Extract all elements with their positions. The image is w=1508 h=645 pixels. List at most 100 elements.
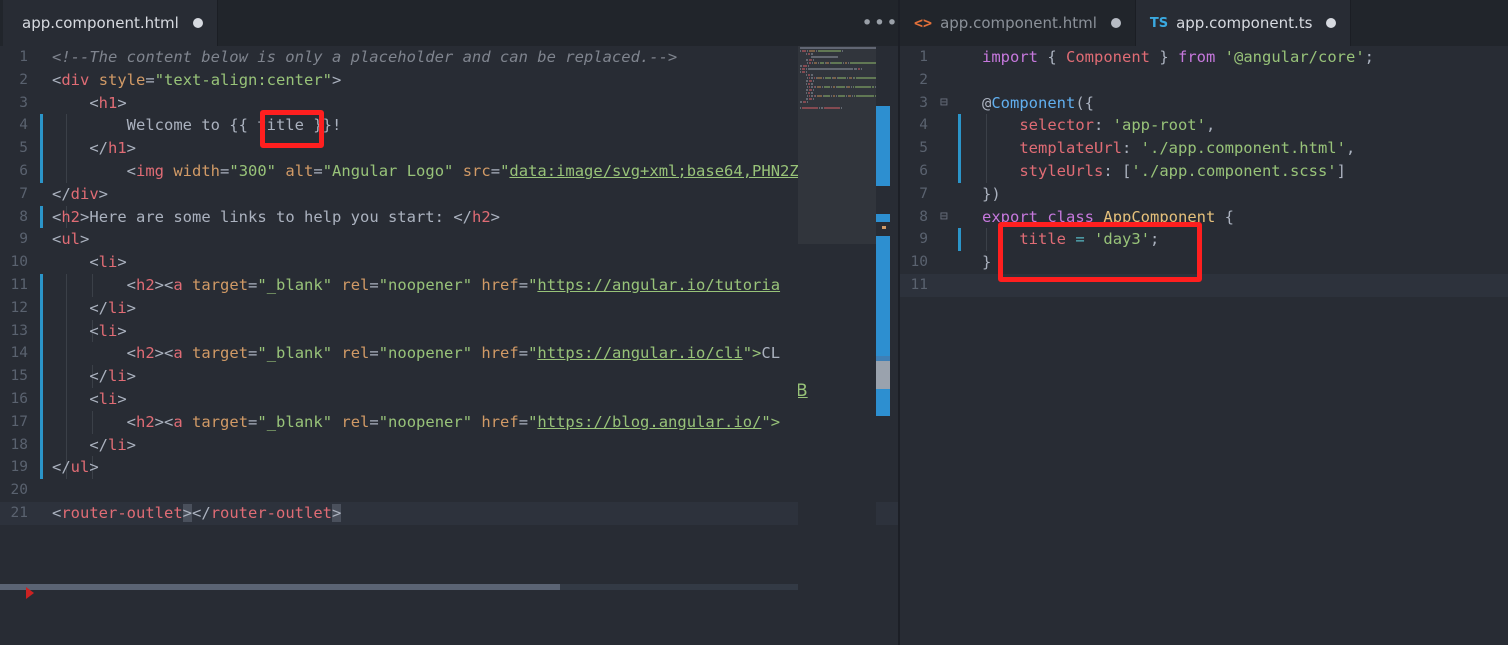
code-line[interactable]: 11 <h2><a target="_blank" rel="noopener"… <box>0 274 898 297</box>
code-line[interactable]: 3 <h1> <box>0 92 898 115</box>
code-token: h1 <box>98 93 118 112</box>
line-number: 19 <box>10 459 28 476</box>
code-token: { <box>1038 48 1066 66</box>
code-line[interactable]: 5 </h1> <box>0 137 898 160</box>
code-token: selector <box>1019 116 1094 135</box>
code-token: = <box>518 275 529 294</box>
tab-app-component-html-left[interactable]: app.component.html <box>0 0 218 46</box>
code-token: </ <box>52 458 71 477</box>
code-line-text: title = 'day3'; <box>982 228 1159 251</box>
tab-app-component-ts[interactable]: TS app.component.ts <box>1135 0 1352 46</box>
code-line[interactable]: 5 templateUrl: './app.component.html', <box>900 137 1508 160</box>
code-token: Welcome to {{ title }}! <box>52 116 342 135</box>
code-line[interactable]: 11 <box>900 273 1508 297</box>
code-line[interactable]: 20 <box>0 479 898 502</box>
code-line[interactable]: 7 </div> <box>0 183 898 206</box>
code-line[interactable]: 9 <ul> <box>0 228 898 251</box>
code-line-text: import { Component } from '@angular/core… <box>982 46 1374 69</box>
scrollbar-thumb[interactable] <box>0 584 560 590</box>
code-line[interactable]: 12 </li> <box>0 297 898 320</box>
code-line[interactable]: 2 <box>900 69 1508 92</box>
code-token: "noopener" <box>378 412 473 431</box>
unsaved-dot-icon <box>192 18 203 28</box>
code-token: li <box>98 321 118 340</box>
code-line[interactable]: 3 @Component({ <box>900 92 1508 115</box>
tab-label: app.component.html <box>940 14 1097 32</box>
tabbar-left: app.component.html ••• <box>0 0 898 46</box>
code-line[interactable]: 10 <li> <box>0 251 898 274</box>
code-token: </ <box>52 139 108 158</box>
code-line-text: <h2><a target="_blank" rel="noopener" hr… <box>52 342 780 365</box>
code-line-text: </h1> <box>52 137 136 160</box>
scrollbar-thumb[interactable] <box>876 361 890 389</box>
code-line[interactable]: 6 styleUrls: ['./app.component.scss'] <box>900 160 1508 183</box>
code-token: : <box>1093 116 1113 135</box>
code-token: ul <box>61 230 81 249</box>
code-line-text: }) <box>982 183 1001 206</box>
code-line[interactable]: 16 <li> <box>0 388 898 411</box>
code-editor-left[interactable]: 1 <!--The content below is only a placeho… <box>0 46 898 645</box>
code-line[interactable]: 17 <h2><a target="_blank" rel="noopener"… <box>0 411 898 434</box>
code-token: < <box>52 321 99 340</box>
line-number: 5 <box>19 140 28 157</box>
code-line[interactable]: 7}) <box>900 183 1508 206</box>
code-line[interactable]: 4 Welcome to {{ title }}! <box>0 114 898 137</box>
line-number: 4 <box>919 117 928 134</box>
code-line[interactable]: 8 export class AppComponent { <box>900 206 1508 229</box>
tab-left-edge-sliver <box>0 0 3 46</box>
code-token: </ <box>52 367 108 386</box>
more-actions-icon[interactable]: ••• <box>861 0 898 46</box>
line-number: 20 <box>10 482 28 499</box>
line-number: 1 <box>19 49 28 65</box>
code-lines-right[interactable]: 1 import { Component } from '@angular/cor… <box>900 46 1508 297</box>
code-line[interactable]: 19 </ul> <box>0 456 898 479</box>
typescript-file-icon: TS <box>1149 15 1169 31</box>
code-token: > <box>126 298 137 317</box>
code-token: } <box>982 253 992 272</box>
code-line[interactable]: 14 <h2><a target="_blank" rel="noopener"… <box>0 342 898 365</box>
code-token: < <box>52 70 62 89</box>
scrollbar-change-mark <box>876 236 890 416</box>
code-token: ] <box>1336 161 1346 180</box>
code-line[interactable]: 9 title = 'day3'; <box>900 228 1508 251</box>
code-line[interactable]: 2 <div style="text-align:center"> <box>0 69 898 92</box>
code-token: @ <box>982 93 992 112</box>
tab-app-component-html-right[interactable]: <> app.component.html <box>900 0 1136 46</box>
code-line[interactable]: 21 <router-outlet></router-outlet> <box>0 501 898 525</box>
vertical-scrollbar-left[interactable] <box>876 46 890 645</box>
code-line-text: styleUrls: ['./app.component.scss'] <box>982 160 1346 183</box>
code-line[interactable]: 6 <img width="300" alt="Angular Logo" sr… <box>0 160 898 183</box>
code-token: router-outlet <box>61 503 183 522</box>
line-number: 5 <box>919 140 928 157</box>
code-line[interactable]: 1 import { Component } from '@angular/cor… <box>900 46 1508 69</box>
code-editor-right[interactable]: ⊟ ⊟ 1 import { Component } from '@angular… <box>900 46 1508 645</box>
line-number: 6 <box>919 162 928 179</box>
code-lines-left[interactable]: 1 <!--The content below is only a placeho… <box>0 46 898 525</box>
code-token: data:image/svg+xml;base64,PHN2ZyB <box>509 161 818 180</box>
scrollbar-warning-mark <box>882 226 886 229</box>
code-line[interactable]: 8 <h2>Here are some links to help you sta… <box>0 206 898 229</box>
code-line[interactable]: 13 <li> <box>0 320 898 343</box>
code-line[interactable]: 10} <box>900 251 1508 274</box>
code-line-text: <h1> <box>52 92 126 115</box>
code-token: 'app-root' <box>1112 116 1206 135</box>
code-line[interactable]: 18 </li> <box>0 434 898 457</box>
horizontal-scrollbar-left[interactable] <box>0 584 798 590</box>
code-token: href <box>481 412 519 431</box>
unsaved-dot-icon <box>1110 18 1121 28</box>
code-line[interactable]: 1 <!--The content below is only a placeho… <box>0 46 898 69</box>
code-line-text: <h2><a target="_blank" rel="noopener" hr… <box>52 274 780 297</box>
minimap-viewport-slider[interactable] <box>798 46 876 244</box>
code-token: , <box>1345 139 1356 158</box>
code-token: alt <box>285 161 314 180</box>
code-line[interactable]: 15 </li> <box>0 365 898 388</box>
code-line[interactable]: 4 selector: 'app-root', <box>900 114 1508 137</box>
code-token: h2 <box>471 207 491 226</box>
